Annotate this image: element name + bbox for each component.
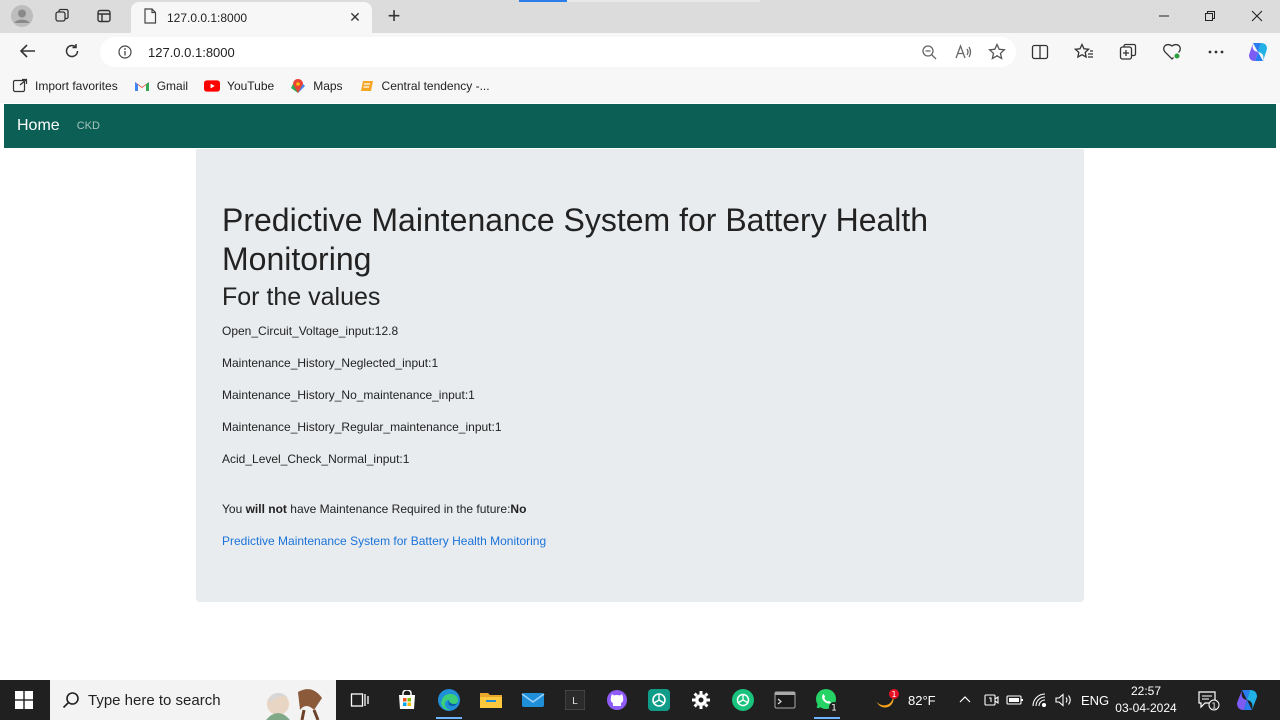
- browser-essentials-icon[interactable]: [1156, 38, 1188, 66]
- meet-now-icon[interactable]: [983, 680, 999, 720]
- input-value-acid-level: Acid_Level_Check_Normal_input:1: [222, 452, 410, 466]
- mail-icon[interactable]: [512, 680, 554, 720]
- maps-icon: [290, 78, 306, 94]
- weather-temperature: 82°F: [908, 692, 936, 708]
- weather-widget[interactable]: 1 82°F: [872, 680, 936, 720]
- favorite-import[interactable]: Import favorites: [12, 78, 118, 94]
- home-page-link[interactable]: Predictive Maintenance System for Batter…: [222, 534, 546, 548]
- bookmark-page-icon: [359, 78, 375, 94]
- windows-taskbar: Type here to search L 1 1 82°F ENG 22:57…: [0, 680, 1280, 720]
- volume-icon[interactable]: [1055, 680, 1073, 720]
- notification-center-icon[interactable]: 1: [1197, 680, 1221, 720]
- search-icon: [62, 692, 79, 709]
- site-info-icon[interactable]: [118, 45, 132, 59]
- file-explorer-icon[interactable]: [470, 680, 512, 720]
- split-screen-icon[interactable]: [1024, 38, 1056, 66]
- windows-start-icon[interactable]: [0, 680, 48, 720]
- favorites-icon[interactable]: [1068, 38, 1100, 66]
- page-title: Predictive Maintenance System for Batter…: [222, 202, 929, 277]
- youtube-icon: [204, 78, 221, 94]
- page-load-progress: [519, 0, 760, 2]
- search-highlight-illustration-icon: [266, 689, 322, 720]
- copilot-icon[interactable]: [1242, 38, 1274, 66]
- gmail-icon: [134, 78, 150, 94]
- back-icon[interactable]: [13, 37, 43, 65]
- tab-actions-icon[interactable]: [91, 4, 117, 28]
- values-heading: For the values: [222, 283, 381, 311]
- whatsapp-badge: 1: [831, 704, 837, 714]
- url-text: 127.0.0.1:8000: [148, 44, 235, 60]
- zoom-out-icon[interactable]: [914, 38, 944, 66]
- page-viewport: Home CKD Predictive Maintenance System f…: [4, 103, 1276, 677]
- page-icon: [143, 8, 157, 27]
- result-answer: No: [510, 502, 527, 516]
- input-value-neglected: Maintenance_History_Neglected_input:1: [222, 356, 439, 370]
- github-desktop-icon[interactable]: [596, 680, 638, 720]
- terminal-icon[interactable]: [764, 680, 806, 720]
- refresh-icon[interactable]: [57, 37, 87, 65]
- microsoft-store-icon[interactable]: [386, 680, 428, 720]
- taskbar-clock[interactable]: 22:57 03-04-2024: [1112, 683, 1180, 717]
- chatgpt-icon[interactable]: [638, 680, 680, 720]
- input-value-voltage: Open_Circuit_Voltage_input:12.8: [222, 324, 399, 338]
- notification-badge: 1: [1211, 702, 1216, 711]
- address-bar-row: 127.0.0.1:8000: [0, 33, 1280, 69]
- workspaces-icon[interactable]: [49, 4, 75, 28]
- close-window-icon[interactable]: [1234, 0, 1280, 32]
- wifi-icon[interactable]: [1032, 680, 1050, 720]
- close-tab-icon[interactable]: ✕: [344, 7, 366, 29]
- result-emphasis: will not: [245, 502, 287, 516]
- search-placeholder: Type here to search: [88, 691, 221, 709]
- task-view-icon[interactable]: [339, 680, 381, 720]
- edge-browser-icon[interactable]: [428, 680, 470, 720]
- new-tab-button[interactable]: +: [381, 3, 407, 28]
- site-navbar: Home CKD: [4, 104, 1276, 148]
- input-language[interactable]: ENG: [1081, 680, 1109, 720]
- nav-ckd-link[interactable]: CKD: [77, 120, 100, 132]
- result-prefix: You: [222, 502, 243, 516]
- result-panel: Predictive Maintenance System for Batter…: [196, 149, 1084, 602]
- import-favorites-icon: [12, 78, 28, 94]
- favorites-bar: Import favorites Gmail YouTube Maps Cent…: [0, 69, 1280, 103]
- collections-icon[interactable]: [1112, 38, 1144, 66]
- app-l-icon[interactable]: L: [554, 680, 596, 720]
- clock-time: 22:57: [1130, 684, 1162, 698]
- show-hidden-icons-chevron-up-icon[interactable]: [958, 680, 972, 720]
- nav-home-link[interactable]: Home: [17, 117, 60, 135]
- profile-icon[interactable]: [9, 4, 35, 28]
- result-middle: have Maintenance Required in the future:: [290, 502, 511, 516]
- prediction-result: You will not have Maintenance Required i…: [222, 502, 526, 516]
- address-field[interactable]: 127.0.0.1:8000: [100, 37, 1016, 67]
- active-tab[interactable]: 127.0.0.1:8000 ✕: [131, 2, 372, 33]
- taskbar-search-box[interactable]: Type here to search: [50, 680, 336, 720]
- whatsapp-icon[interactable]: 1: [806, 680, 848, 720]
- input-value-regular-maintenance: Maintenance_History_Regular_maintenance_…: [222, 420, 502, 434]
- clock-date: 03-04-2024: [1115, 701, 1177, 715]
- minimize-icon[interactable]: [1141, 0, 1187, 32]
- favorite-star-icon[interactable]: [982, 38, 1012, 66]
- tab-title: 127.0.0.1:8000: [167, 10, 248, 25]
- browser-tab-bar: 127.0.0.1:8000 ✕ +: [0, 0, 1280, 33]
- battery-icon[interactable]: [1006, 680, 1024, 720]
- settings-gear-icon[interactable]: [680, 680, 722, 720]
- favorite-gmail[interactable]: Gmail: [134, 78, 188, 94]
- restore-icon[interactable]: [1187, 0, 1233, 32]
- more-options-icon[interactable]: [1200, 38, 1232, 66]
- read-aloud-icon[interactable]: [948, 38, 978, 66]
- copilot-taskbar-icon[interactable]: [1234, 680, 1260, 720]
- favorite-central-tendency[interactable]: Central tendency -...: [359, 78, 490, 94]
- favorite-youtube[interactable]: YouTube: [204, 78, 274, 94]
- input-value-no-maintenance: Maintenance_History_No_maintenance_input…: [222, 388, 475, 402]
- weather-badge: 1: [891, 690, 896, 699]
- favorite-maps[interactable]: Maps: [290, 78, 343, 94]
- chatgpt-desktop-icon[interactable]: [722, 680, 764, 720]
- svg-text:L: L: [572, 696, 578, 707]
